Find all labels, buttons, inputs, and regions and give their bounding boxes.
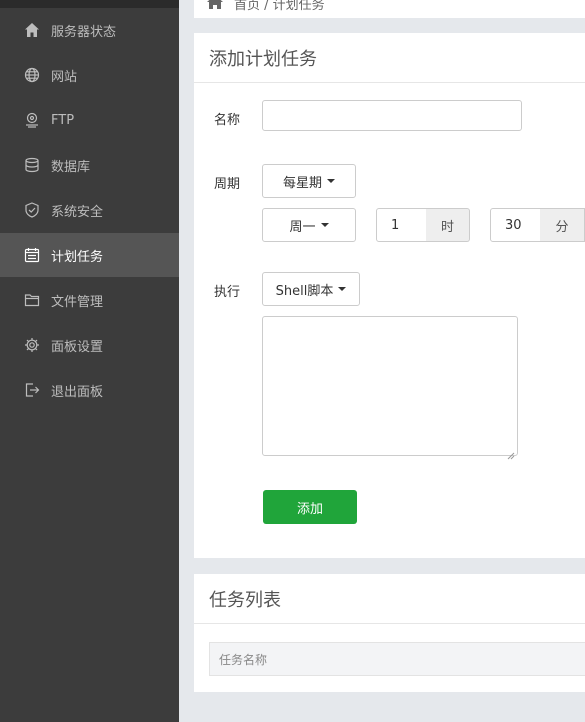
breadcrumb-text[interactable]: 首页 / 计划任务: [234, 0, 325, 13]
shield-icon: [24, 202, 40, 218]
sidebar-item-database[interactable]: 数据库: [0, 143, 179, 187]
sidebar-item-security[interactable]: 系统安全: [0, 188, 179, 232]
weekday-select[interactable]: 周一: [262, 208, 356, 242]
sidebar-item-label: 网站: [51, 69, 78, 85]
caret-down-icon: [338, 287, 347, 291]
sidebar-item-files[interactable]: 文件管理: [0, 278, 179, 322]
table-header: 任务名称: [209, 642, 585, 676]
sidebar-item-label: 面板设置: [51, 339, 104, 355]
folder-icon: [24, 292, 40, 308]
sidebar-item-label: FTP: [51, 112, 75, 128]
ftp-icon: [24, 112, 40, 128]
sidebar-item-website[interactable]: 网站: [0, 53, 179, 97]
hour-unit: 时: [426, 208, 470, 242]
cycle-select-value: 每星期: [282, 175, 322, 191]
sidebar-item-label: 系统安全: [51, 204, 104, 220]
gear-icon: [24, 337, 40, 353]
sidebar-item-label: 数据库: [51, 159, 91, 175]
sidebar-item-label: 文件管理: [51, 294, 104, 310]
exec-type-value: Shell脚本: [275, 283, 334, 299]
column-header-task-name[interactable]: 任务名称: [219, 651, 267, 668]
cycle-label: 周期: [214, 177, 241, 192]
task-list-title: 任务列表: [194, 574, 585, 624]
globe-icon: [24, 67, 40, 83]
database-icon: [24, 157, 40, 173]
sidebar-item-label: 服务器状态: [51, 24, 117, 40]
logout-icon: [24, 382, 40, 398]
sidebar: 服务器状态 网站 FTP 数据库 系统安全 计划任务 文件管理 面板设置 退出面…: [0, 0, 179, 722]
sidebar-top-strip: [0, 0, 179, 8]
task-name-input[interactable]: [262, 100, 522, 131]
add-task-panel: 添加计划任务 名称 周期 每星期 周一 1 时 30 分 执行 Shell脚本 …: [194, 33, 585, 558]
cycle-select[interactable]: 每星期: [262, 164, 356, 198]
sidebar-item-server-status[interactable]: 服务器状态: [0, 8, 179, 52]
exec-type-select[interactable]: Shell脚本: [262, 272, 360, 306]
home-icon[interactable]: [207, 0, 223, 9]
exec-label: 执行: [214, 285, 241, 300]
name-label: 名称: [214, 113, 241, 128]
minute-input[interactable]: 30: [490, 208, 541, 242]
task-list-panel: 任务列表 任务名称: [194, 574, 585, 692]
breadcrumb: 首页 / 计划任务: [194, 0, 585, 18]
sidebar-item-settings[interactable]: 面板设置: [0, 323, 179, 367]
caret-down-icon: [320, 223, 329, 227]
home-icon: [24, 22, 40, 38]
sidebar-item-cron[interactable]: 计划任务: [0, 233, 179, 277]
add-button[interactable]: 添加: [263, 490, 357, 524]
sidebar-item-logout[interactable]: 退出面板: [0, 368, 179, 412]
sidebar-item-ftp[interactable]: FTP: [0, 98, 179, 142]
minute-unit: 分: [540, 208, 585, 242]
hour-input[interactable]: 1: [376, 208, 427, 242]
sidebar-item-label: 退出面板: [51, 384, 104, 400]
caret-down-icon: [327, 179, 335, 183]
calendar-icon: [24, 247, 40, 263]
weekday-select-value: 周一: [289, 219, 316, 235]
resize-handle-icon[interactable]: [507, 445, 515, 460]
add-task-title: 添加计划任务: [194, 33, 585, 83]
script-textarea[interactable]: [262, 316, 518, 460]
sidebar-item-label: 计划任务: [51, 249, 104, 265]
